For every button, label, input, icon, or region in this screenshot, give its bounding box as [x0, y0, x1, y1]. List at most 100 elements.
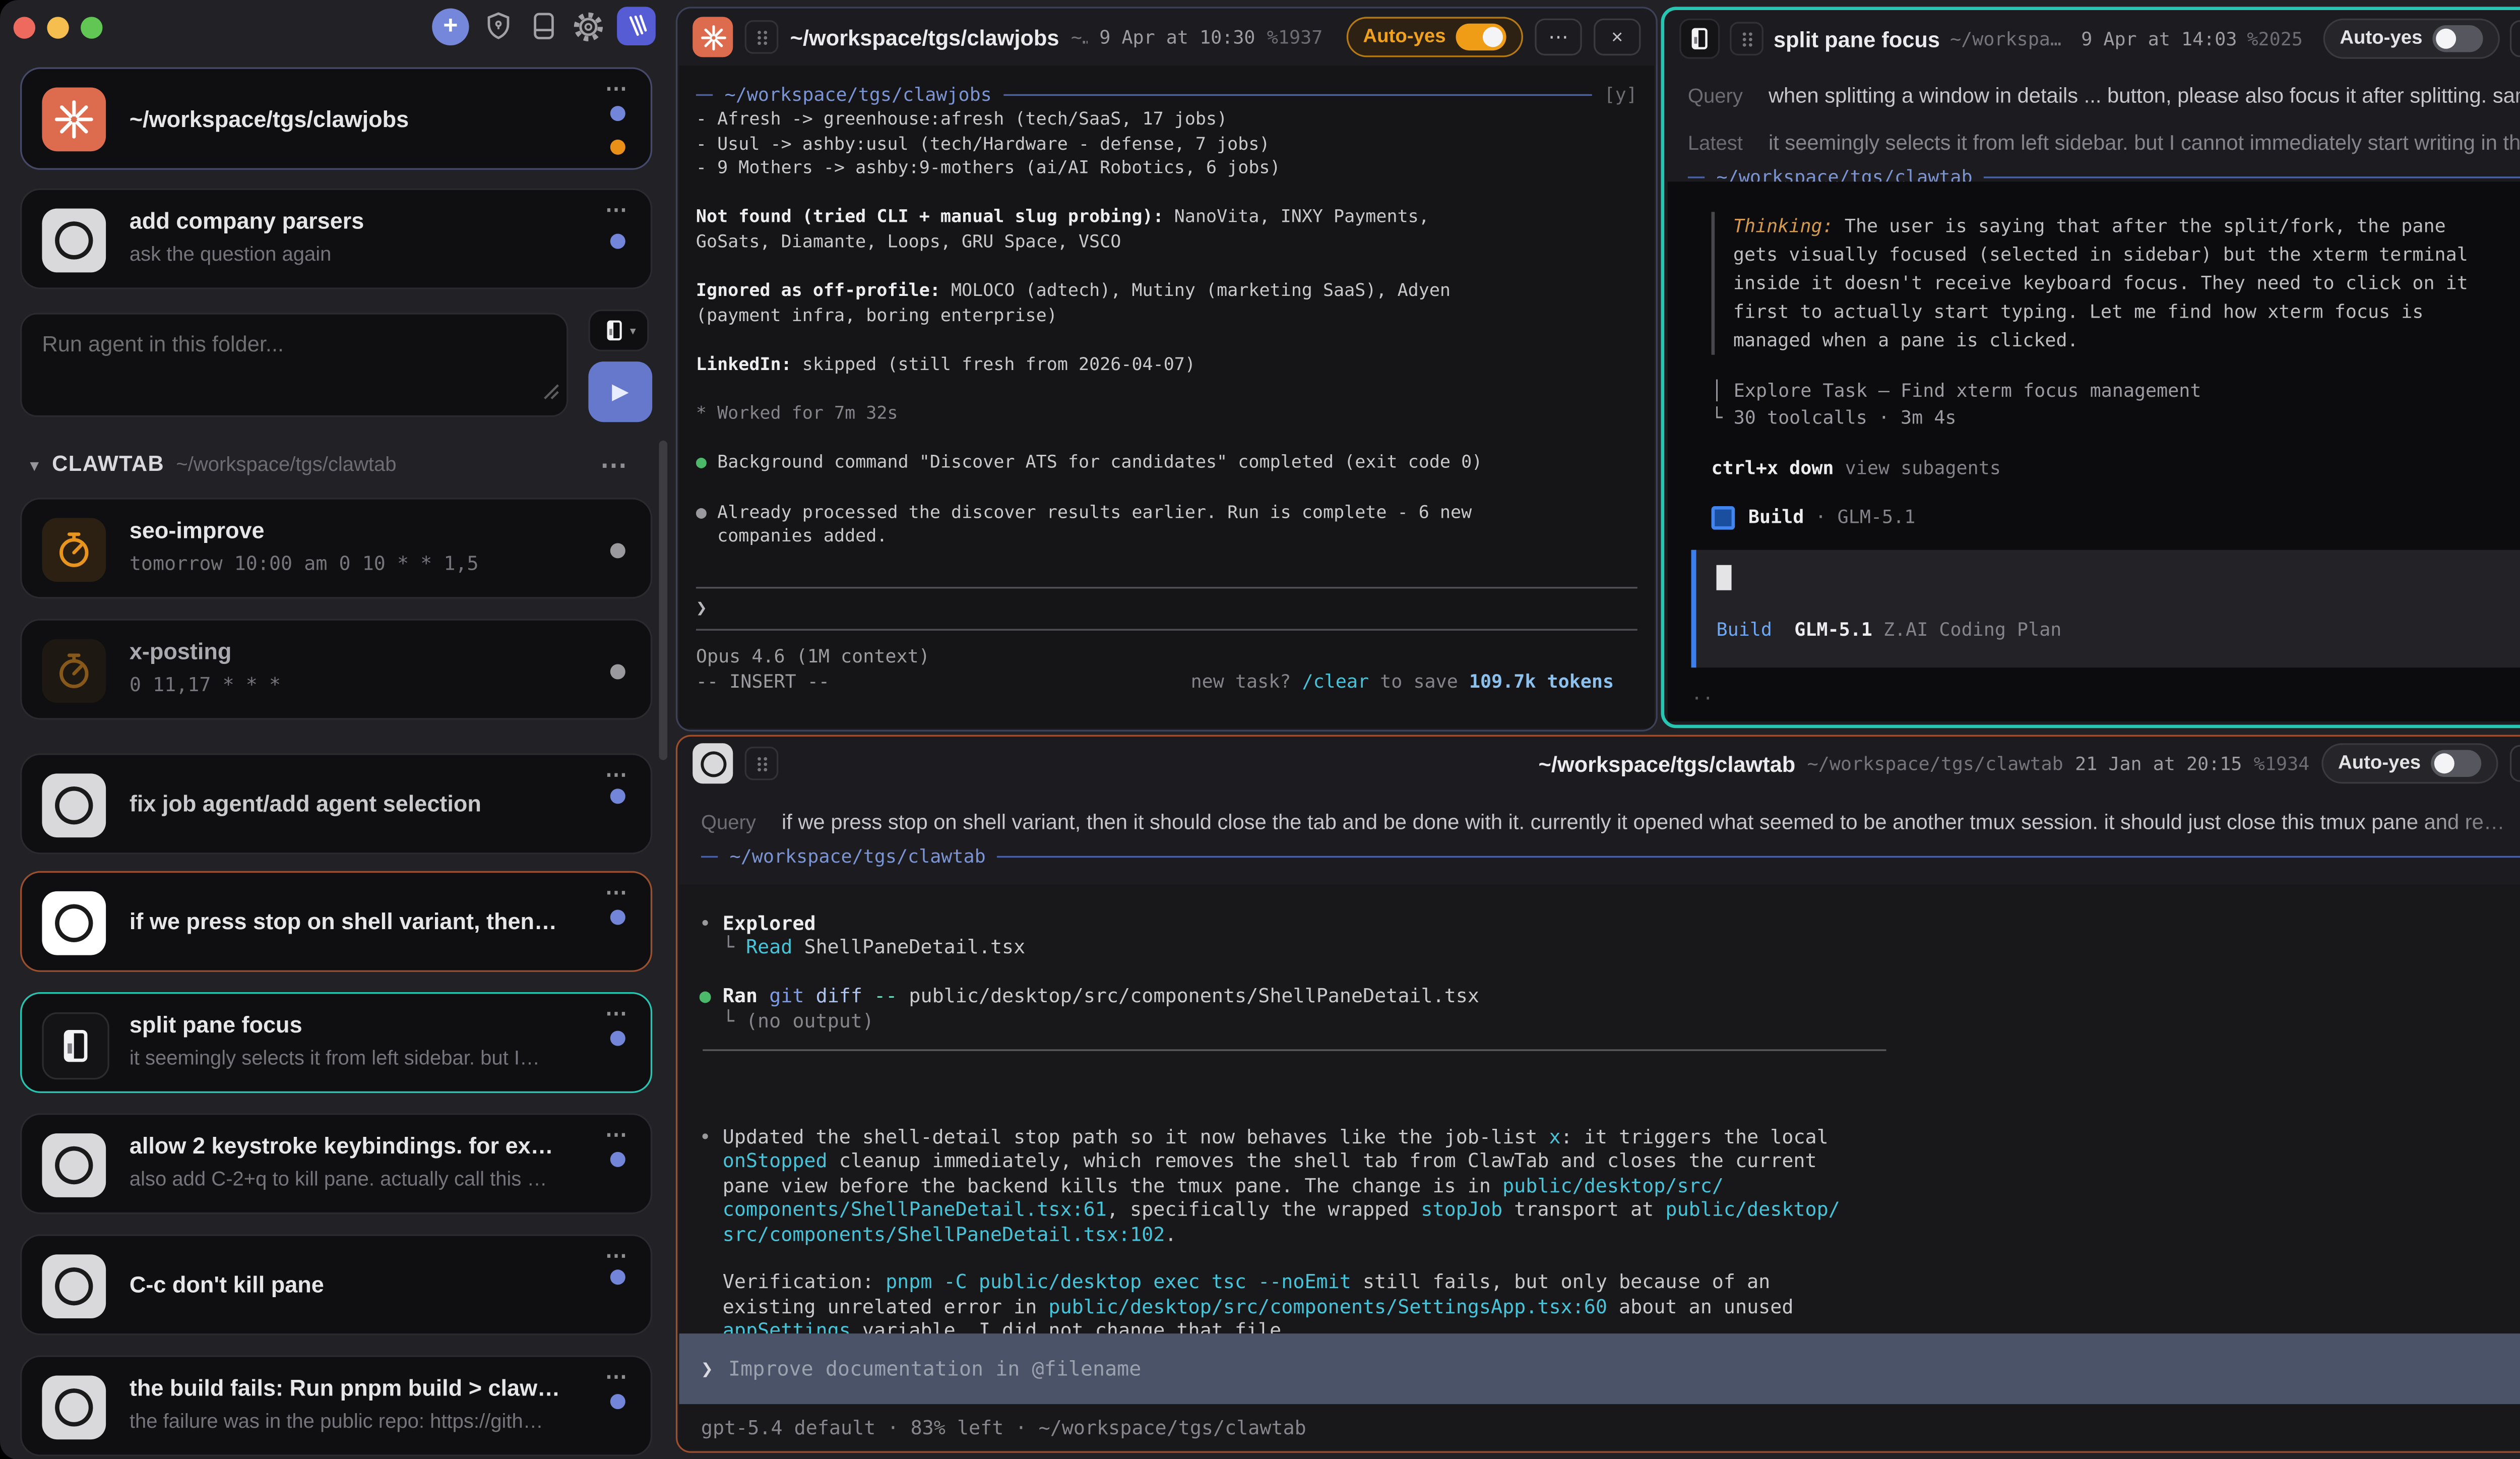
auto-yes-toggle[interactable]: Auto-yes [2323, 19, 2500, 59]
pane-menu-button[interactable]: ⋯ [2510, 20, 2520, 57]
drag-handle-icon[interactable] [745, 20, 779, 54]
journal-icon[interactable] [526, 9, 560, 43]
status-dot-blue [610, 1394, 625, 1409]
status-dot-blue [610, 1152, 625, 1167]
timer-icon [42, 639, 106, 703]
terminal-output: - Afresh -> greenhouse:afresh (tech/SaaS… [696, 107, 1637, 549]
rule-label: ~/workspace/tgs/clawtab [730, 846, 986, 868]
rule-flag: [y] [1604, 84, 1637, 106]
terminal-output-tools: • Explored └ Read ShellPaneDetail.tsx ● … [700, 911, 2520, 1032]
build-agent-label: Build · GLM-5.1 [1748, 505, 1915, 530]
statusline: gpt-5.4 default · 83% left · ~/workspace… [701, 1416, 1306, 1439]
shield-icon[interactable] [481, 9, 515, 43]
drag-handle-icon[interactable] [1730, 22, 1763, 55]
query-text: if we press stop on shell variant, then … [782, 811, 2520, 834]
task-subtitle: it seemingly selects it from left sideba… [130, 1046, 584, 1070]
run-agent-composer [20, 313, 568, 417]
auto-yes-toggle[interactable]: Auto-yes [1346, 17, 1523, 57]
item-menu-button[interactable]: ⋯ [605, 1122, 629, 1148]
traffic-close-button[interactable] [14, 17, 35, 38]
pane-session-id: %1937 [1267, 26, 1322, 48]
gear-icon[interactable] [572, 9, 605, 43]
sidebar-scrollbar[interactable] [659, 441, 668, 760]
input-ghost-text: Improve documentation in @filename [728, 1357, 1141, 1381]
sidebar-item-seo-improve[interactable]: seo-improve tomorrow 10:00 am 0 10 * * 1… [20, 498, 652, 598]
pane-grid: ~/workspace/tgs/clawjobs ~/… 9 Apr at 10… [676, 0, 2520, 1459]
openai-icon [42, 209, 106, 273]
terminal-clawjobs[interactable]: ~/workspace/tgs/clawjobs [y] - Afresh -> … [679, 66, 1655, 728]
new-task-button[interactable]: + [432, 8, 469, 44]
traffic-zoom-button[interactable] [81, 17, 102, 38]
item-menu-button[interactable]: ⋯ [605, 1243, 629, 1269]
toggle-track [2431, 750, 2481, 777]
terminal-split-pane[interactable]: Thinking: The user is saying that after … [1668, 181, 2520, 721]
latest-label: Latest [1688, 131, 1755, 155]
section-header-clawtab[interactable]: ▼CLAWTAB~/workspace/tgs/clawtab ⋯ [27, 449, 659, 483]
pane-menu-button[interactable]: ⋯ [2510, 745, 2520, 782]
sidebar-item-x-posting[interactable]: x-posting 0 11,17 * * * [20, 619, 652, 719]
item-menu-button[interactable]: ⋯ [605, 197, 629, 223]
agent-variant-dropdown[interactable]: ▾ [588, 310, 649, 351]
app-window: + ~/workspace/tgs/clawjobs ⋯ [0, 0, 2520, 1459]
pane-split-pane-focus[interactable]: split pane focus ~/workspace… 9 Apr at 1… [1661, 7, 2520, 728]
item-menu-button[interactable]: ⋯ [605, 762, 629, 788]
run-agent-input[interactable] [22, 315, 566, 415]
sidebar-item-fix-job-agent[interactable]: fix job agent/add agent selection ⋯ [20, 753, 652, 854]
pane-path: ~/workspace/tgs/clawtab [1807, 753, 2063, 774]
status-dot-blue [610, 106, 625, 121]
sidebar-item-allow-2-keystroke[interactable]: allow 2 keystroke keybindings. for ex… a… [20, 1113, 652, 1214]
sidebar-item-build-fails[interactable]: the build fails: Run pnpm build > claw… … [20, 1355, 652, 1456]
auto-yes-toggle[interactable]: Auto-yes [2321, 743, 2498, 783]
pane-clawjobs[interactable]: ~/workspace/tgs/clawjobs ~/… 9 Apr at 10… [676, 7, 1658, 732]
pane-close-button[interactable]: × [1594, 19, 1641, 55]
shell-prompt[interactable]: ❯ [696, 588, 1637, 628]
terminal-icon [1679, 19, 1720, 59]
query-label: Query [701, 811, 768, 834]
task-title: split pane focus [130, 1012, 584, 1038]
sidebar-item-press-stop-shell-variant[interactable]: if we press stop on shell variant, then…… [20, 871, 652, 972]
pane-session-id: %2025 [2247, 28, 2302, 49]
query-row: Query when splitting a window in details… [1664, 77, 2520, 114]
item-menu-button[interactable]: ⋯ [605, 1001, 629, 1027]
pane-timestamp: 9 Apr at 10:30 [1099, 26, 1255, 48]
statusline: -- INSERT -- new task? /clear to save 10… [696, 668, 1637, 694]
item-menu-button[interactable]: ⋯ [605, 1364, 629, 1390]
latest-text: it seemingly selects it from left sideba… [1769, 131, 2520, 155]
footer-marks: ·· [1691, 688, 2520, 709]
status-dot-orange [610, 140, 625, 155]
traffic-minimize-button[interactable] [47, 17, 69, 38]
pane-header: ~/workspace/tgs/clawjobs ~/… 9 Apr at 10… [677, 9, 1656, 66]
task-title: add company parsers [130, 209, 584, 234]
rule-label: ~/workspace/tgs/clawjobs [725, 84, 992, 106]
app-logo-claw-icon[interactable] [617, 7, 656, 45]
run-agent-button[interactable]: ▶ [588, 361, 652, 422]
active-build-block[interactable]: Build GLM-5.1 Z.AI Coding Plan [1691, 550, 2520, 667]
resize-handle-icon[interactable] [540, 378, 560, 408]
agent-input-row[interactable]: ❯ Improve documentation in @filename [679, 1333, 2520, 1404]
task-schedule: 0 11,17 * * * [130, 673, 584, 696]
sidebar-item-split-pane-focus[interactable]: split pane focus it seemingly selects it… [20, 992, 652, 1093]
project-title: ~/workspace/tgs/clawjobs [130, 106, 584, 131]
sidebar: ~/workspace/tgs/clawjobs ⋯ add company p… [17, 57, 672, 1459]
starburst-icon [42, 87, 106, 151]
model-label: Opus 4.6 (1M context) [696, 643, 1637, 668]
explore-task-summary: │ Explore Task — Find xterm focus manage… [1712, 378, 2520, 432]
pane-timestamp: 9 Apr at 14:03 [2081, 28, 2237, 49]
status-dot-blue [610, 1269, 625, 1285]
section-menu-button[interactable]: ⋯ [600, 449, 629, 483]
chevron-down-icon: ▾ [630, 324, 636, 337]
pane-header: ~/workspace/tgs/clawtab ~/workspace/tgs/… [677, 737, 2520, 791]
status-dot-blue [610, 1031, 625, 1046]
pane-menu-button[interactable]: ⋯ [1535, 19, 1582, 55]
build-model-plan: Build GLM-5.1 Z.AI Coding Plan [1717, 617, 2520, 642]
thinking-block: Thinking: The user is saying that after … [1712, 212, 2520, 355]
sidebar-item-cc-dont-kill-pane[interactable]: C-c don't kill pane ⋯ [20, 1234, 652, 1335]
drag-handle-icon[interactable] [745, 747, 779, 780]
item-menu-button[interactable]: ⋯ [605, 879, 629, 906]
build-agent-icon [1712, 505, 1735, 529]
sidebar-item-clawjobs-project[interactable]: ~/workspace/tgs/clawjobs ⋯ [20, 67, 652, 169]
tmux-rule: ~/workspace/tgs/clawjobs [y] [696, 82, 1637, 107]
sidebar-item-add-company-parsers[interactable]: add company parsers ask the question aga… [20, 189, 652, 289]
item-menu-button[interactable]: ⋯ [605, 76, 629, 102]
pane-clawtab[interactable]: ~/workspace/tgs/clawtab ~/workspace/tgs/… [676, 735, 2520, 1453]
